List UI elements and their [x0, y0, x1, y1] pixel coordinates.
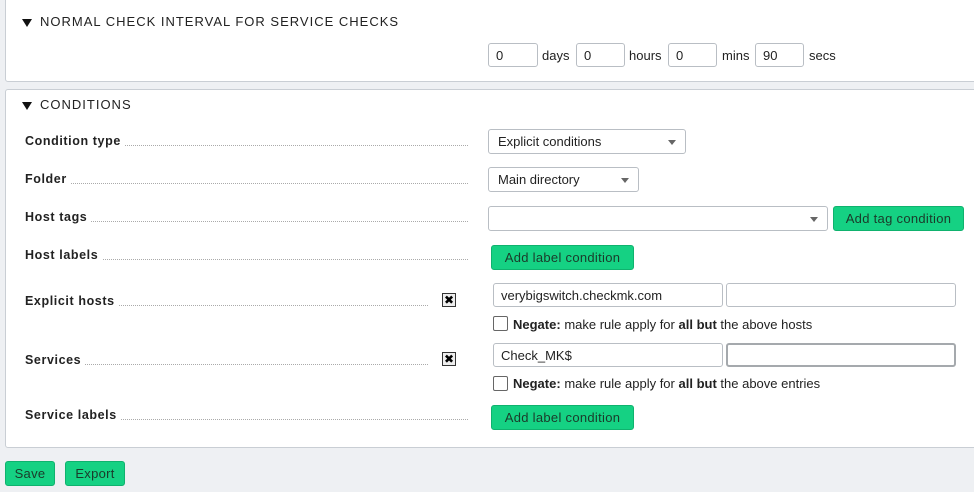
negate-services-checkbox[interactable] [493, 376, 508, 391]
collapse-triangle-icon[interactable] [22, 18, 32, 27]
hours-input[interactable]: 0 [576, 43, 625, 67]
services-label: Services [25, 353, 86, 367]
explicit-host-input-1[interactable]: verybigswitch.checkmk.com [493, 283, 723, 307]
secs-unit: secs [809, 48, 836, 63]
negate-hosts-text: Negate: make rule apply for all but the … [513, 317, 813, 332]
hours-unit: hours [629, 48, 662, 63]
negate-hosts-checkbox[interactable] [493, 316, 508, 331]
add-host-label-condition-button[interactable]: Add label condition [491, 245, 634, 270]
conditions-section-title: CONDITIONS [40, 97, 132, 112]
collapse-triangle-icon[interactable] [22, 101, 32, 110]
conditions-section: CONDITIONS Condition type Explicit condi… [5, 89, 974, 448]
interval-section-title: NORMAL CHECK INTERVAL FOR SERVICE CHECKS [40, 14, 400, 29]
condition-type-select[interactable]: Explicit conditions [488, 129, 686, 154]
chevron-down-icon [810, 217, 818, 222]
delete-icon[interactable]: ✖ [442, 352, 456, 366]
explicit-hosts-label: Explicit hosts [25, 294, 119, 308]
conditions-section-header[interactable]: CONDITIONS [22, 97, 132, 112]
folder-select[interactable]: Main directory [488, 167, 639, 192]
chevron-down-icon [621, 178, 629, 183]
condition-type-value: Explicit conditions [498, 134, 602, 149]
negate-services-text: Negate: make rule apply for all but the … [513, 376, 821, 391]
condition-type-label: Condition type [25, 134, 125, 148]
add-service-label-condition-button[interactable]: Add label condition [491, 405, 634, 430]
service-labels-label: Service labels [25, 408, 121, 422]
add-tag-condition-button[interactable]: Add tag condition [833, 206, 964, 231]
secs-input[interactable]: 90 [755, 43, 804, 67]
dotted-leader [26, 183, 468, 184]
explicit-host-input-2[interactable] [726, 283, 956, 307]
days-input[interactable]: 0 [488, 43, 538, 67]
interval-section: NORMAL CHECK INTERVAL FOR SERVICE CHECKS… [5, 0, 974, 82]
service-input-1[interactable]: Check_MK$ [493, 343, 723, 367]
folder-value: Main directory [498, 172, 580, 187]
dotted-leader [26, 364, 428, 365]
delete-icon[interactable]: ✖ [442, 293, 456, 307]
mins-unit: mins [722, 48, 750, 63]
host-tags-label: Host tags [25, 210, 92, 224]
host-labels-label: Host labels [25, 248, 103, 262]
days-unit: days [542, 48, 570, 63]
dotted-leader [26, 221, 468, 222]
save-button[interactable]: Save [5, 461, 55, 486]
interval-section-header[interactable]: NORMAL CHECK INTERVAL FOR SERVICE CHECKS [22, 14, 399, 29]
mins-input[interactable]: 0 [668, 43, 717, 67]
export-button[interactable]: Export [65, 461, 125, 486]
service-input-2[interactable] [726, 343, 956, 367]
host-tags-select[interactable] [488, 206, 828, 231]
folder-label: Folder [25, 172, 71, 186]
chevron-down-icon [668, 140, 676, 145]
